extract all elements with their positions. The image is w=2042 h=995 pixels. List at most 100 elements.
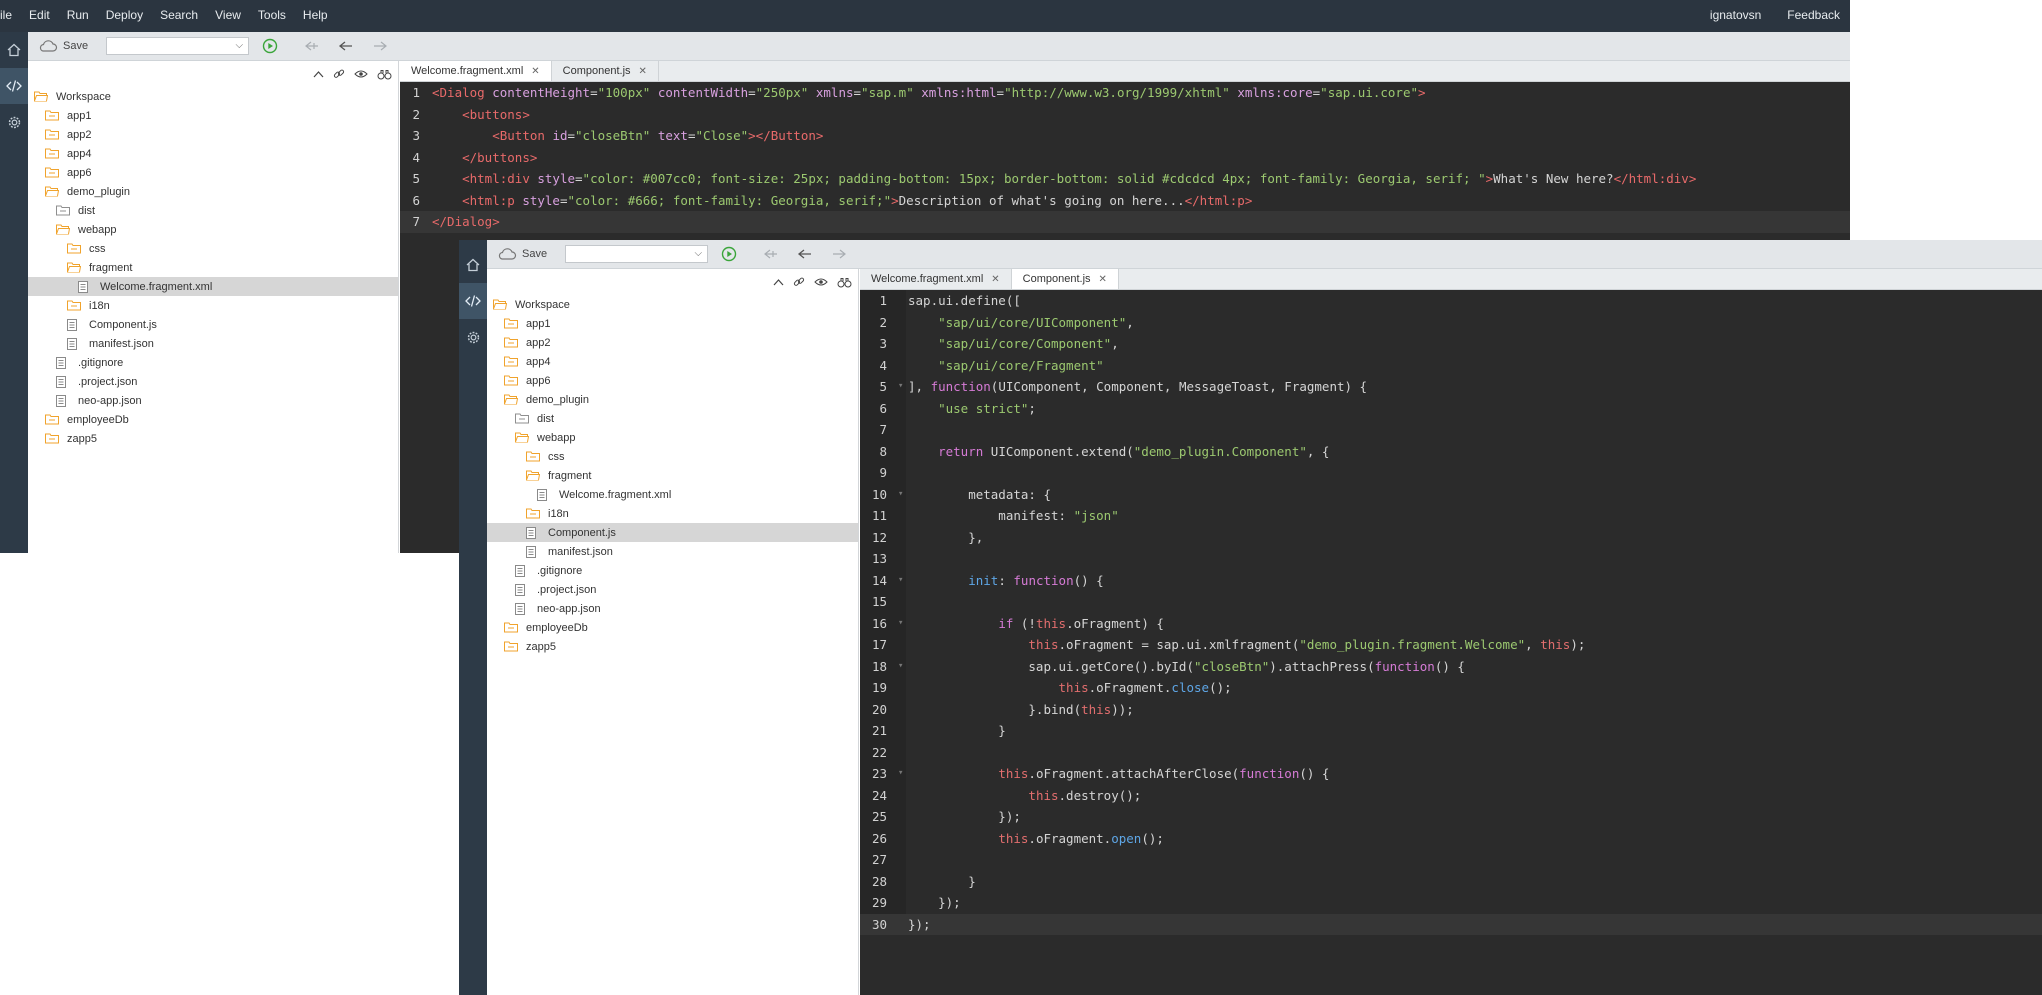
tree-item-dist[interactable]: dist: [487, 409, 858, 428]
code-line[interactable]: 30});: [860, 913, 2042, 935]
tree-item-webapp[interactable]: webapp: [28, 220, 398, 239]
tree-item-employeedb[interactable]: employeeDb: [28, 410, 398, 429]
tree-item-fragment[interactable]: fragment: [487, 466, 858, 485]
code-line[interactable]: 27: [860, 849, 2042, 871]
menu-help[interactable]: Help: [303, 8, 328, 22]
tab-welcome-fragment-xml[interactable]: Welcome.fragment.xml ✕: [860, 269, 1012, 289]
code-line[interactable]: 7: [860, 419, 2042, 441]
close-icon[interactable]: ✕: [991, 274, 999, 285]
fold-arrow-icon[interactable]: ▾: [898, 570, 903, 592]
tree-item-gitignore[interactable]: .gitignore: [487, 561, 858, 580]
tree-item-zapp5[interactable]: zapp5: [487, 637, 858, 656]
tree-item-employeedb[interactable]: employeeDb: [487, 618, 858, 637]
code-line[interactable]: 5 ▾], function(UIComponent, Component, Me…: [860, 376, 2042, 398]
menu-tools[interactable]: Tools: [258, 8, 286, 22]
code-line[interactable]: 6 <html:p style="color: #666; font-famil…: [400, 190, 1850, 212]
code-line[interactable]: 20 }.bind(this));: [860, 699, 2042, 721]
gear-icon[interactable]: [0, 104, 28, 140]
menu-edit[interactable]: Edit: [29, 8, 50, 22]
code-line[interactable]: 23 ▾ this.oFragment.attachAfterClose(func…: [860, 763, 2042, 785]
code-line[interactable]: 21 }: [860, 720, 2042, 742]
tree-item-workspace[interactable]: Workspace: [28, 87, 398, 106]
tree-item-project-json[interactable]: .project.json: [487, 580, 858, 599]
tree-item-manifest-json[interactable]: manifest.json: [28, 334, 398, 353]
tree-item-neo-app-json[interactable]: neo-app.json: [487, 599, 858, 618]
tree-item-neo-app-json[interactable]: neo-app.json: [28, 391, 398, 410]
code-line[interactable]: 28 }: [860, 871, 2042, 893]
tree-item-app4[interactable]: app4: [487, 352, 858, 371]
back-icon[interactable]: [763, 248, 779, 260]
code-line[interactable]: 6 "use strict";: [860, 398, 2042, 420]
tree-item-app1[interactable]: app1: [28, 106, 398, 125]
fold-arrow-icon[interactable]: ▾: [898, 763, 903, 785]
tree-item-manifest-json[interactable]: manifest.json: [487, 542, 858, 561]
tree-item-zapp5[interactable]: zapp5: [28, 429, 398, 448]
tree-item-demo-plugin[interactable]: demo_plugin: [487, 390, 858, 409]
fold-arrow-icon[interactable]: ▾: [898, 484, 903, 506]
tree-item-app6[interactable]: app6: [28, 163, 398, 182]
tree-item-webapp[interactable]: webapp: [487, 428, 858, 447]
binoculars-icon[interactable]: [377, 69, 392, 80]
code-area[interactable]: 1 <Dialog contentHeight="100px" contentWi…: [400, 82, 1850, 233]
binoculars-icon[interactable]: [837, 277, 852, 288]
save-button[interactable]: Save: [38, 40, 88, 52]
collapse-icon[interactable]: [773, 278, 784, 286]
gear-icon[interactable]: [459, 319, 487, 355]
code-line[interactable]: 18 ▾ sap.ui.getCore().byId("closeBtn").at…: [860, 656, 2042, 678]
menu-deploy[interactable]: Deploy: [106, 8, 143, 22]
code-editor[interactable]: Welcome.fragment.xml ✕ Component.js ✕ 1 sap.…: [860, 269, 2042, 995]
code-line[interactable]: 3 "sap/ui/core/Component",: [860, 333, 2042, 355]
code-icon[interactable]: [459, 283, 487, 319]
tree-item-i18n[interactable]: i18n: [487, 504, 858, 523]
code-line[interactable]: 29 });: [860, 892, 2042, 914]
feedback-link[interactable]: Feedback: [1787, 8, 1840, 22]
run-config-select[interactable]: ⌵: [565, 245, 709, 263]
tree-item-css[interactable]: css: [28, 239, 398, 258]
tree-item-app2[interactable]: app2: [487, 333, 858, 352]
code-line[interactable]: 26 this.oFragment.open();: [860, 828, 2042, 850]
collapse-icon[interactable]: [313, 70, 324, 78]
code-line[interactable]: 12 },: [860, 527, 2042, 549]
code-line[interactable]: 19 this.oFragment.close();: [860, 677, 2042, 699]
code-line[interactable]: 22: [860, 742, 2042, 764]
fold-arrow-icon[interactable]: ▾: [898, 376, 903, 398]
code-line[interactable]: 17 this.oFragment = sap.ui.xmlfragment("…: [860, 634, 2042, 656]
tree-item-welcome-fragment-xml[interactable]: Welcome.fragment.xml: [28, 277, 398, 296]
tree-item-app1[interactable]: app1: [487, 314, 858, 333]
tree-item-css[interactable]: css: [487, 447, 858, 466]
code-line[interactable]: 11 manifest: "json": [860, 505, 2042, 527]
forward-icon[interactable]: [372, 40, 388, 52]
user-name[interactable]: ignatovsn: [1710, 8, 1761, 22]
code-line[interactable]: 3 <Button id="closeBtn" text="Close"></B…: [400, 125, 1850, 147]
code-line[interactable]: 7 </Dialog>: [400, 211, 1850, 233]
tree-item-welcome-fragment-xml[interactable]: Welcome.fragment.xml: [487, 485, 858, 504]
home-icon[interactable]: [459, 247, 487, 283]
tree-item-app4[interactable]: app4: [28, 144, 398, 163]
tree-item-app6[interactable]: app6: [487, 371, 858, 390]
tree-item-component-js[interactable]: Component.js: [487, 523, 858, 542]
menu-search[interactable]: Search: [160, 8, 198, 22]
code-line[interactable]: 24 this.destroy();: [860, 785, 2042, 807]
tree-item-workspace[interactable]: Workspace: [487, 295, 858, 314]
tab-welcome-fragment-xml[interactable]: Welcome.fragment.xml ✕: [400, 61, 552, 81]
code-line[interactable]: 13: [860, 548, 2042, 570]
undo-icon[interactable]: [797, 248, 813, 260]
close-icon[interactable]: ✕: [639, 66, 647, 77]
run-icon[interactable]: [721, 246, 737, 262]
undo-icon[interactable]: [338, 40, 354, 52]
code-line[interactable]: 15: [860, 591, 2042, 613]
code-line[interactable]: 25 });: [860, 806, 2042, 828]
code-line[interactable]: 16 ▾ if (!this.oFragment) {: [860, 613, 2042, 635]
tree-item-demo-plugin[interactable]: demo_plugin: [28, 182, 398, 201]
fold-arrow-icon[interactable]: ▾: [898, 656, 903, 678]
code-line[interactable]: 10 ▾ metadata: {: [860, 484, 2042, 506]
close-icon[interactable]: ✕: [531, 66, 539, 77]
tree-item-gitignore[interactable]: .gitignore: [28, 353, 398, 372]
code-line[interactable]: 2 "sap/ui/core/UIComponent",: [860, 312, 2042, 334]
menu-view[interactable]: View: [215, 8, 241, 22]
tree-item-component-js[interactable]: Component.js: [28, 315, 398, 334]
link-icon[interactable]: [793, 276, 805, 288]
code-line[interactable]: 9: [860, 462, 2042, 484]
code-line[interactable]: 5 <html:div style="color: #007cc0; font-…: [400, 168, 1850, 190]
tree-item-app2[interactable]: app2: [28, 125, 398, 144]
